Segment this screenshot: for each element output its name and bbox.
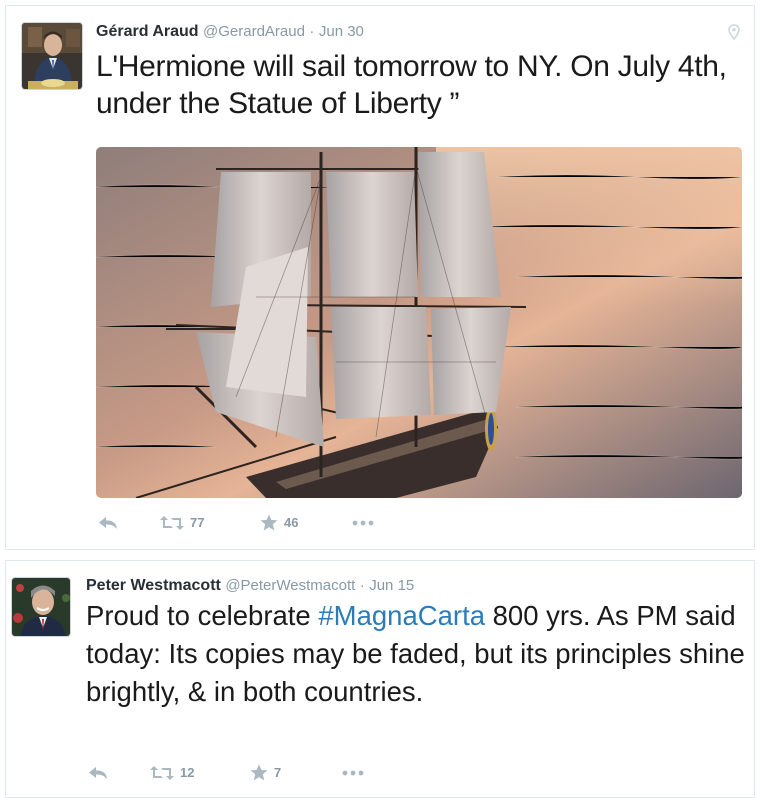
retweet-button[interactable]: 12 bbox=[150, 765, 250, 781]
tweet-actions: 77 46 bbox=[98, 514, 374, 531]
tweet-photo[interactable] bbox=[96, 147, 742, 498]
favorite-button[interactable]: 7 bbox=[250, 764, 342, 781]
hashtag-link[interactable]: #MagnaCarta bbox=[318, 600, 485, 631]
favorite-button[interactable]: 46 bbox=[260, 514, 352, 531]
tweet-timestamp[interactable]: Jun 15 bbox=[369, 577, 414, 594]
separator-dot: · bbox=[309, 23, 315, 40]
retweet-icon bbox=[160, 515, 184, 531]
more-button[interactable] bbox=[342, 770, 364, 776]
tweet-text-part: Proud to celebrate bbox=[86, 600, 319, 631]
favorite-star-icon bbox=[260, 514, 278, 531]
reply-button[interactable] bbox=[98, 516, 160, 530]
author-name[interactable]: Peter Westmacott bbox=[86, 577, 221, 594]
retweet-count: 77 bbox=[190, 515, 205, 530]
retweet-count: 12 bbox=[180, 765, 195, 780]
timeline: Gérard Araud @GerardAraud · Jun 30 L'Her… bbox=[0, 0, 760, 807]
avatar[interactable] bbox=[21, 22, 83, 90]
tweet: Gérard Araud @GerardAraud · Jun 30 L'Her… bbox=[5, 5, 755, 550]
retweet-icon bbox=[150, 765, 174, 781]
favorite-count: 7 bbox=[274, 765, 282, 780]
separator-dot: · bbox=[359, 577, 365, 594]
author-handle[interactable]: @PeterWestmacott bbox=[225, 577, 355, 594]
more-button[interactable] bbox=[352, 520, 374, 526]
author-name[interactable]: Gérard Araud bbox=[96, 23, 199, 40]
more-dots-icon bbox=[352, 520, 374, 526]
reply-icon bbox=[88, 766, 108, 780]
reply-button[interactable] bbox=[88, 766, 150, 780]
avatar[interactable] bbox=[11, 577, 71, 637]
author-handle[interactable]: @GerardAraud bbox=[203, 23, 305, 40]
favorite-count: 46 bbox=[284, 515, 299, 530]
favorite-star-icon bbox=[250, 764, 268, 781]
reply-icon bbox=[98, 516, 118, 530]
tweet-timestamp[interactable]: Jun 30 bbox=[319, 23, 364, 40]
tweet-text: L'Hermione will sail tomorrow to NY. On … bbox=[96, 50, 727, 120]
tweet-header: Gérard Araud @GerardAraud · Jun 30 bbox=[96, 23, 364, 41]
tweet: Peter Westmacott @PeterWestmacott · Jun … bbox=[5, 560, 755, 798]
tweet-header: Peter Westmacott @PeterWestmacott · Jun … bbox=[86, 577, 414, 595]
tweet-actions: 12 7 bbox=[88, 764, 364, 781]
more-dots-icon bbox=[342, 770, 364, 776]
location-pin-icon[interactable] bbox=[728, 24, 740, 45]
retweet-button[interactable]: 77 bbox=[160, 515, 260, 531]
tweet-text: Proud to celebrate #MagnaCarta 800 yrs. … bbox=[86, 597, 751, 711]
